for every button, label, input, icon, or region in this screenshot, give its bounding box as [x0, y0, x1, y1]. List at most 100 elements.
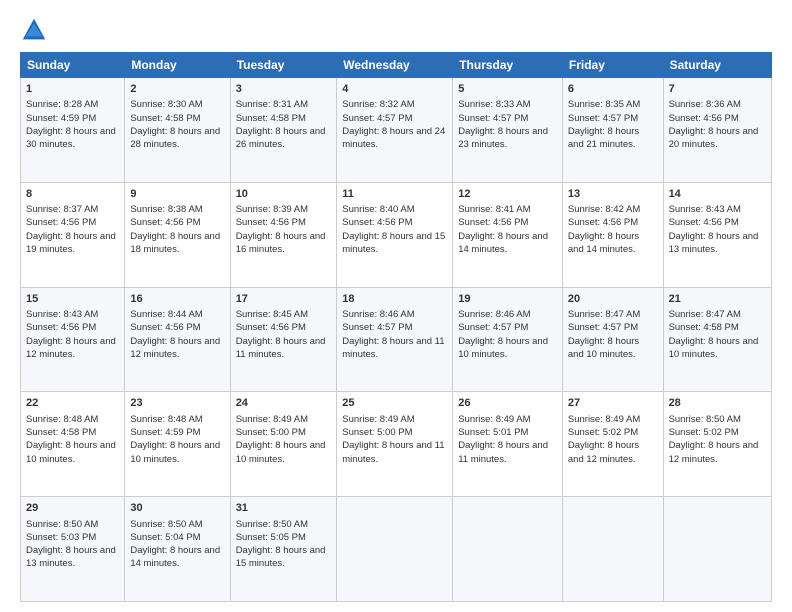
sunrise: Sunrise: 8:43 AM — [26, 309, 98, 320]
day-number: 13 — [568, 187, 658, 202]
sunrise: Sunrise: 8:49 AM — [342, 414, 414, 425]
day-number: 3 — [236, 82, 332, 97]
sunset: Sunset: 5:04 PM — [130, 532, 200, 543]
sunset: Sunset: 4:59 PM — [130, 427, 200, 438]
calendar-cell: 5Sunrise: 8:33 AMSunset: 4:57 PMDaylight… — [453, 78, 563, 183]
logo — [20, 16, 52, 44]
calendar-cell — [453, 497, 563, 602]
calendar-cell: 20Sunrise: 8:47 AMSunset: 4:57 PMDayligh… — [562, 287, 663, 392]
calendar-cell: 27Sunrise: 8:49 AMSunset: 5:02 PMDayligh… — [562, 392, 663, 497]
calendar-cell — [663, 497, 771, 602]
day-number: 24 — [236, 396, 332, 411]
sunrise: Sunrise: 8:43 AM — [669, 204, 741, 215]
calendar-cell: 8Sunrise: 8:37 AMSunset: 4:56 PMDaylight… — [21, 182, 125, 287]
daylight: Daylight: 8 hours and 18 minutes. — [130, 231, 220, 255]
calendar-cell: 26Sunrise: 8:49 AMSunset: 5:01 PMDayligh… — [453, 392, 563, 497]
sunset: Sunset: 5:02 PM — [568, 427, 638, 438]
day-number: 6 — [568, 82, 658, 97]
sunrise: Sunrise: 8:49 AM — [236, 414, 308, 425]
daylight: Daylight: 8 hours and 13 minutes. — [669, 231, 759, 255]
sunrise: Sunrise: 8:39 AM — [236, 204, 308, 215]
sunset: Sunset: 4:58 PM — [130, 113, 200, 124]
sunset: Sunset: 4:58 PM — [236, 113, 306, 124]
sunrise: Sunrise: 8:48 AM — [130, 414, 202, 425]
day-number: 10 — [236, 187, 332, 202]
sunset: Sunset: 4:57 PM — [568, 322, 638, 333]
calendar-cell: 9Sunrise: 8:38 AMSunset: 4:56 PMDaylight… — [125, 182, 230, 287]
sunset: Sunset: 4:56 PM — [130, 322, 200, 333]
day-number: 11 — [342, 187, 447, 202]
daylight: Daylight: 8 hours and 16 minutes. — [236, 231, 326, 255]
calendar-cell: 29Sunrise: 8:50 AMSunset: 5:03 PMDayligh… — [21, 497, 125, 602]
calendar-cell: 7Sunrise: 8:36 AMSunset: 4:56 PMDaylight… — [663, 78, 771, 183]
logo-icon — [20, 16, 48, 44]
day-number: 16 — [130, 292, 224, 307]
week-row-4: 22 Sunrise: 8:48 AM Sunset: 4:58 PM Dayligh… — [21, 392, 772, 497]
sunset: Sunset: 5:02 PM — [669, 427, 739, 438]
sunrise: Sunrise: 8:42 AM — [568, 204, 640, 215]
daylight: Daylight: 8 hours and 10 minutes. — [26, 440, 116, 464]
calendar-cell: 13Sunrise: 8:42 AMSunset: 4:56 PMDayligh… — [562, 182, 663, 287]
sunrise: Sunrise: 8:36 AM — [669, 99, 741, 110]
daylight: Daylight: 8 hours and 30 minutes. — [26, 126, 116, 150]
column-header-tuesday: Tuesday — [230, 53, 337, 78]
calendar-cell: 17Sunrise: 8:45 AMSunset: 4:56 PMDayligh… — [230, 287, 337, 392]
daylight: Daylight: 8 hours and 14 minutes. — [130, 545, 220, 569]
calendar-cell: 30Sunrise: 8:50 AMSunset: 5:04 PMDayligh… — [125, 497, 230, 602]
day-number: 8 — [26, 187, 119, 202]
calendar-cell: 23Sunrise: 8:48 AMSunset: 4:59 PMDayligh… — [125, 392, 230, 497]
sunset: Sunset: 4:56 PM — [342, 217, 412, 228]
column-header-monday: Monday — [125, 53, 230, 78]
column-header-friday: Friday — [562, 53, 663, 78]
day-number: 17 — [236, 292, 332, 307]
day-number: 5 — [458, 82, 557, 97]
day-number: 21 — [669, 292, 766, 307]
daylight: Daylight: 8 hours and 13 minutes. — [26, 545, 116, 569]
week-row-1: 1Sunrise: 8:28 AMSunset: 4:59 PMDaylight… — [21, 78, 772, 183]
sunrise: Sunrise: 8:32 AM — [342, 99, 414, 110]
calendar-cell: 16Sunrise: 8:44 AMSunset: 4:56 PMDayligh… — [125, 287, 230, 392]
sunset: Sunset: 4:56 PM — [236, 217, 306, 228]
sunrise: Sunrise: 8:33 AM — [458, 99, 530, 110]
sunset: Sunset: 4:56 PM — [568, 217, 638, 228]
daylight: Daylight: 8 hours and 12 minutes. — [669, 440, 759, 464]
sunrise: Sunrise: 8:30 AM — [130, 99, 202, 110]
sunset: Sunset: 4:58 PM — [26, 427, 96, 438]
sunset: Sunset: 4:57 PM — [568, 113, 638, 124]
sunrise: Sunrise: 8:47 AM — [669, 309, 741, 320]
day-number: 23 — [130, 396, 224, 411]
day-number: 22 — [26, 396, 119, 411]
sunrise: Sunrise: 8:49 AM — [568, 414, 640, 425]
week-row-3: 15Sunrise: 8:43 AMSunset: 4:56 PMDayligh… — [21, 287, 772, 392]
sunset: Sunset: 4:57 PM — [458, 113, 528, 124]
daylight: Daylight: 8 hours and 10 minutes. — [458, 336, 548, 360]
daylight: Daylight: 8 hours and 11 minutes. — [236, 336, 326, 360]
sunset: Sunset: 4:56 PM — [458, 217, 528, 228]
week-row-2: 8 Sunrise: 8:37 AM Sunset: 4:56 PM Daylight… — [21, 182, 772, 287]
calendar-cell: 12Sunrise: 8:41 AMSunset: 4:56 PMDayligh… — [453, 182, 563, 287]
calendar-cell: 22Sunrise: 8:48 AMSunset: 4:58 PMDayligh… — [21, 392, 125, 497]
daylight: Daylight: 8 hours and 12 minutes. — [26, 336, 116, 360]
column-header-wednesday: Wednesday — [337, 53, 453, 78]
sunset: Sunset: 4:58 PM — [669, 322, 739, 333]
daylight: Daylight: 8 hours and 11 minutes. — [342, 440, 444, 464]
sunrise: Sunrise: 8:45 AM — [236, 309, 308, 320]
daylight: Daylight: 8 hours and 10 minutes. — [669, 336, 759, 360]
calendar-cell: 21 Sunrise: 8:47 AM Sunset: 4:58 PM Dayligh… — [663, 287, 771, 392]
sunrise: Sunrise: 8:47 AM — [568, 309, 640, 320]
day-number: 9 — [130, 187, 224, 202]
day-number: 25 — [342, 396, 447, 411]
sunset: Sunset: 4:57 PM — [458, 322, 528, 333]
sunrise: Sunrise: 8:28 AM — [26, 99, 98, 110]
sunrise: Sunrise: 8:41 AM — [458, 204, 530, 215]
sunset: Sunset: 4:57 PM — [342, 113, 412, 124]
daylight: Daylight: 8 hours and 19 minutes. — [26, 231, 116, 255]
calendar-cell: 24Sunrise: 8:49 AMSunset: 5:00 PMDayligh… — [230, 392, 337, 497]
day-number: 29 — [26, 501, 119, 516]
sunrise: Sunrise: 8:37 AM — [26, 204, 98, 215]
column-header-saturday: Saturday — [663, 53, 771, 78]
sunrise: Sunrise: 8:40 AM — [342, 204, 414, 215]
calendar-cell — [562, 497, 663, 602]
sunrise: Sunrise: 8:38 AM — [130, 204, 202, 215]
daylight: Daylight: 8 hours and 10 minutes. — [568, 336, 639, 360]
